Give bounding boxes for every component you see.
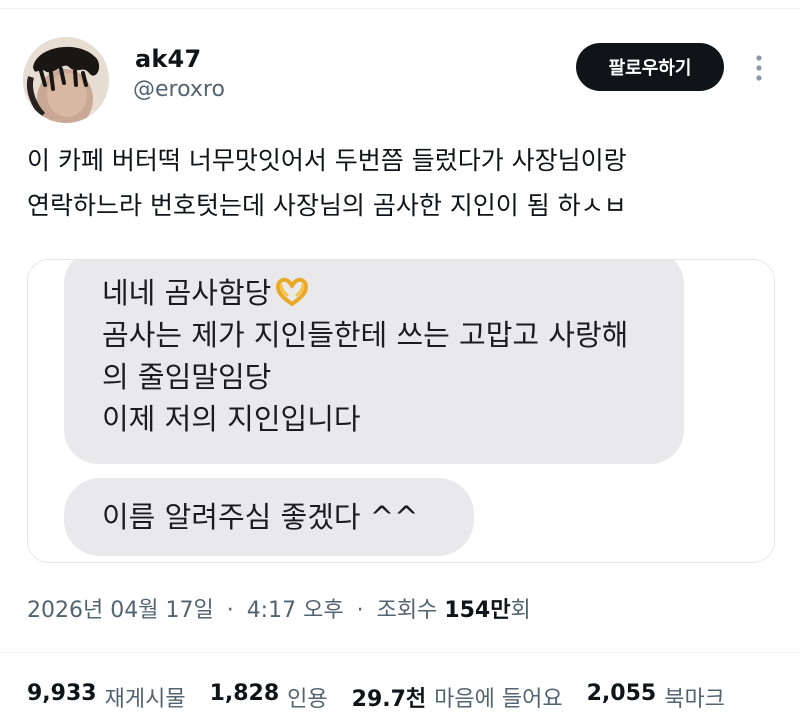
chat-line: 의 줄임말임당: [102, 360, 272, 394]
tweet-time[interactable]: 4:17 오후: [247, 598, 344, 623]
stat-count: 2,055: [586, 681, 657, 706]
tweet-date[interactable]: 2026년 04월 17일: [27, 598, 214, 623]
media-image[interactable]: 네네 곰사함당 곰사는 제가 지인들한테 쓰는 고맙고 사랑해 의 줄임말임당 …: [27, 259, 775, 563]
tweet-page: ak47 @eroxro 팔로우하기 이 카페 버터떡 너무맛잇어서 두번쯤 들…: [0, 0, 800, 723]
tweet-text-line: 연락하느라 번호텃는데 사장님의 곰사한 지인이 됨 하ㅅㅂ: [27, 191, 627, 220]
chat-line: 네네 곰사함당: [102, 272, 684, 314]
meta-separator: ·: [356, 598, 364, 623]
chat-bubble: 네네 곰사함당 곰사는 제가 지인들한테 쓰는 고맙고 사랑해 의 줄임말임당 …: [64, 260, 684, 464]
stat-count: 1,828: [209, 681, 280, 706]
stat-label: 재게시물: [104, 687, 186, 712]
stat-label: 인용: [287, 687, 328, 712]
more-vertical-icon[interactable]: [749, 52, 769, 84]
stat-reposts[interactable]: 9,933 재게시물: [27, 681, 186, 713]
stat-likes[interactable]: 29.7천 마음에 들어요: [352, 681, 563, 713]
chat-line: 이제 저의 지인입니다: [102, 402, 361, 436]
chat-line: 곰사는 제가 지인들한테 쓰는 고맙고 사랑해: [102, 318, 629, 352]
tweet-meta: 2026년 04월 17일 · 4:17 오후 · 조회수 154만회: [27, 592, 531, 624]
meta-separator: ·: [226, 598, 234, 623]
tweet-text: 이 카페 버터떡 너무맛잇어서 두번쯤 들렀다가 사장님이랑 연락하느라 번호텃…: [27, 138, 777, 228]
stat-bookmarks[interactable]: 2,055 북마크: [587, 681, 725, 713]
stat-label: 북마크: [664, 687, 725, 712]
stat-count: 9,933: [27, 681, 97, 706]
chat-bubble: 이름 알려주심 좋겠다 ^^: [64, 478, 474, 556]
avatar-image: [23, 37, 109, 123]
top-divider: [0, 8, 800, 9]
display-name[interactable]: ak47: [135, 45, 201, 73]
views-suffix: 회: [510, 598, 531, 623]
user-avatar[interactable]: [23, 37, 109, 123]
stats-divider: [0, 652, 800, 653]
heart-hands-emoji-icon: [275, 276, 309, 306]
stat-count: 29.7천: [351, 687, 427, 712]
tweet-text-line: 이 카페 버터떡 너무맛잇어서 두번쯤 들렀다가 사장님이랑: [27, 146, 627, 175]
stat-quotes[interactable]: 1,828 인용: [210, 681, 328, 713]
engagement-stats: 9,933 재게시물 1,828 인용 29.7천 마음에 들어요 2,055 …: [27, 681, 725, 713]
views-count: 154만: [444, 598, 511, 623]
follow-button[interactable]: 팔로우하기: [576, 43, 724, 91]
views-label: 조회수: [376, 598, 438, 623]
stat-label: 마음에 들어요: [434, 687, 563, 712]
user-handle[interactable]: @eroxro: [133, 77, 225, 102]
chat-line-text: 네네 곰사함당: [102, 276, 272, 310]
